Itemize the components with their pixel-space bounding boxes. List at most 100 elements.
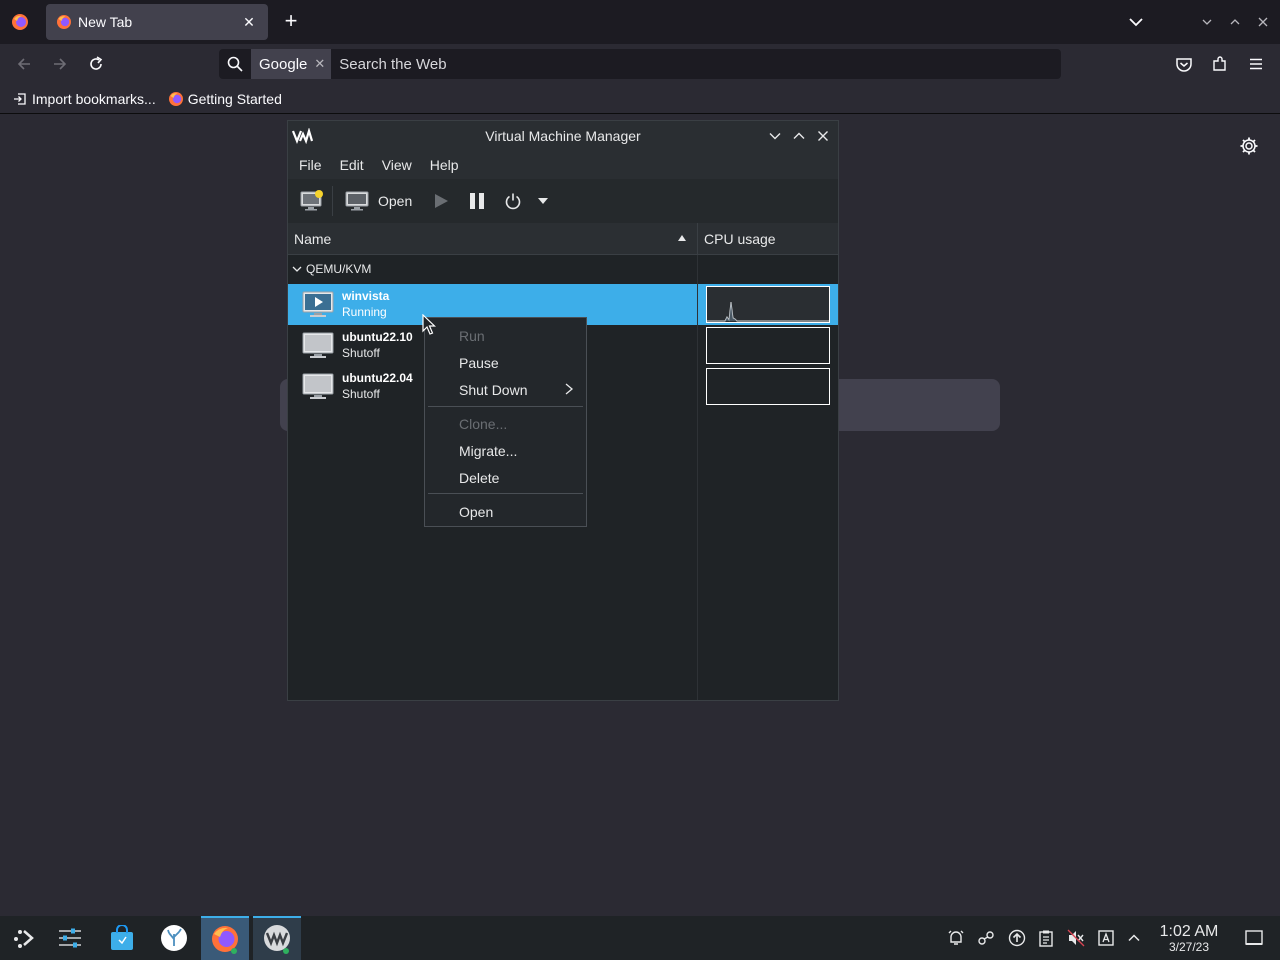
power-icon: [505, 193, 521, 210]
new-tab-button[interactable]: +: [279, 10, 303, 34]
back-button[interactable]: [12, 52, 36, 76]
chevron-right-icon: [565, 383, 574, 395]
tray-keyboard-layout[interactable]: [1096, 928, 1116, 948]
digital-clock[interactable]: 1:02 AM 3/27/23: [1152, 923, 1226, 954]
vm-state: Running: [342, 305, 387, 319]
menu-item-open[interactable]: Open: [425, 498, 586, 525]
hamburger-icon: [1250, 58, 1262, 70]
reload-button[interactable]: [84, 52, 108, 76]
chevron-down-icon: [769, 133, 781, 140]
vm-name: ubuntu22.04: [342, 371, 413, 385]
taskbar-virt-manager[interactable]: [253, 916, 301, 960]
tab-new-tab[interactable]: New Tab ✕: [46, 4, 268, 40]
menu-item-run[interactable]: Run: [425, 322, 586, 349]
tray-updates[interactable]: [1007, 928, 1027, 948]
bookmark-import[interactable]: Import bookmarks...: [12, 91, 156, 107]
clock-date: 3/27/23: [1168, 940, 1210, 954]
menu-view[interactable]: View: [373, 157, 421, 173]
vm-shutoff-icon: [302, 332, 334, 358]
taskbar-discover[interactable]: [98, 916, 146, 960]
shutdown-dropdown-button[interactable]: [530, 185, 556, 217]
menu-help[interactable]: Help: [421, 157, 468, 173]
column-divider[interactable]: [697, 223, 698, 255]
search-engine-chip[interactable]: Google ✕: [251, 49, 332, 79]
tray-volume[interactable]: [1066, 928, 1086, 948]
window-minimize-button[interactable]: [1197, 12, 1217, 32]
chevron-down-icon[interactable]: [288, 260, 306, 278]
show-desktop-button[interactable]: [1244, 928, 1264, 948]
column-header-cpu-usage[interactable]: CPU usage: [704, 231, 776, 247]
extensions-button[interactable]: [1208, 52, 1232, 76]
url-input[interactable]: [339, 55, 1061, 73]
clipboard-icon: [1039, 930, 1053, 947]
launcher-icon: [14, 930, 34, 948]
new-vm-button[interactable]: [292, 185, 332, 217]
toolbar-separator: [332, 186, 333, 216]
firefox-favicon-icon: [168, 91, 184, 107]
chevron-up-icon: [793, 132, 805, 139]
menu-item-migrate[interactable]: Migrate...: [425, 437, 586, 464]
alarm-icon: [948, 930, 964, 945]
forward-button[interactable]: [48, 52, 72, 76]
taskbar: 1:02 AM 3/27/23: [0, 916, 1280, 960]
tab-close-icon[interactable]: ✕: [240, 13, 258, 31]
app-menu-button[interactable]: [1244, 52, 1268, 76]
virt-manager-logo-icon: [292, 128, 314, 144]
vm-shutoff-icon: [302, 373, 334, 399]
menu-item-label: Shut Down: [459, 381, 528, 398]
tray-expand-button[interactable]: [1124, 928, 1144, 948]
taskbar-app-circle[interactable]: [150, 916, 198, 960]
clock-time: 1:02 AM: [1159, 923, 1219, 940]
firefox-icon: [212, 926, 238, 954]
tray-notifications[interactable]: [946, 928, 966, 948]
shutdown-button[interactable]: [496, 185, 530, 217]
window-maximize-button[interactable]: [1225, 12, 1245, 32]
window-close-button[interactable]: [1253, 12, 1273, 32]
pocket-button[interactable]: [1172, 52, 1196, 76]
list-all-tabs-button[interactable]: [1124, 10, 1148, 34]
app-launcher-button[interactable]: [0, 916, 48, 960]
vmm-close-button[interactable]: [814, 127, 832, 145]
import-icon: [12, 91, 28, 107]
vmm-minimize-button[interactable]: [766, 127, 784, 145]
vmm-toolbar: Open: [288, 179, 838, 223]
open-button[interactable]: Open: [339, 185, 418, 217]
connection-group-row[interactable]: QEMU/KVM: [288, 259, 838, 279]
vmm-maximize-button[interactable]: [790, 127, 808, 145]
column-header-name[interactable]: Name: [294, 231, 331, 247]
vmm-titlebar[interactable]: Virtual Machine Manager: [288, 121, 838, 151]
connect-icon: [978, 931, 994, 945]
new-vm-icon: [300, 190, 323, 211]
taskbar-system-settings[interactable]: [46, 916, 94, 960]
run-button[interactable]: [424, 185, 458, 217]
pocket-icon: [1176, 58, 1192, 72]
personalize-button[interactable]: [1238, 135, 1260, 157]
puzzle-icon: [1213, 56, 1226, 71]
pause-button[interactable]: [460, 185, 494, 217]
menu-item-pause[interactable]: Pause: [425, 349, 586, 376]
input-method-icon: [1098, 930, 1114, 946]
firefox-view-button[interactable]: [6, 8, 34, 36]
cpu-usage-graph: [706, 327, 830, 364]
bookmark-label: Getting Started: [187, 90, 282, 107]
bookmark-getting-started[interactable]: Getting Started: [168, 91, 282, 107]
menu-item-delete[interactable]: Delete: [425, 464, 586, 491]
taskbar-firefox[interactable]: [201, 916, 249, 960]
navigation-toolbar: Google ✕: [0, 44, 1280, 84]
url-bar[interactable]: Google ✕: [219, 49, 1061, 79]
show-desktop-icon: [1245, 930, 1263, 945]
tab-bar: New Tab ✕ +: [0, 0, 1280, 44]
close-icon: [1258, 17, 1268, 27]
tray-kde-connect[interactable]: [976, 928, 996, 948]
menu-separator: [428, 493, 583, 494]
menu-file[interactable]: File: [290, 157, 331, 173]
menu-edit[interactable]: Edit: [331, 157, 373, 173]
tray-clipboard[interactable]: [1036, 928, 1056, 948]
menu-item-clone[interactable]: Clone...: [425, 410, 586, 437]
update-icon: [1008, 929, 1026, 947]
firefox-icon: [12, 14, 28, 30]
menu-item-shut-down[interactable]: Shut Down: [425, 376, 586, 403]
remove-engine-icon[interactable]: ✕: [314, 56, 325, 72]
vm-context-menu: Run Pause Shut Down Clone... Migrate... …: [424, 317, 587, 527]
sort-ascending-icon[interactable]: [677, 234, 687, 242]
